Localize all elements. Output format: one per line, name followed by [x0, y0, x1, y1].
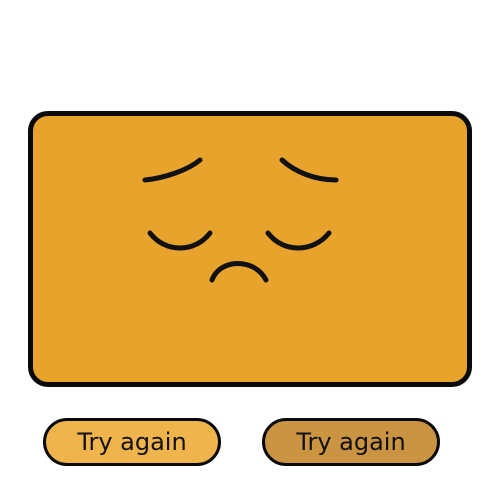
try-again-label: Try again [77, 428, 187, 456]
sad-face-screen: Try again Try again [0, 0, 500, 500]
try-again-button-primary[interactable]: Try again [43, 418, 221, 466]
sad-face-card [28, 111, 472, 387]
try-again-label: Try again [296, 428, 406, 456]
try-again-button-secondary[interactable]: Try again [262, 418, 440, 466]
